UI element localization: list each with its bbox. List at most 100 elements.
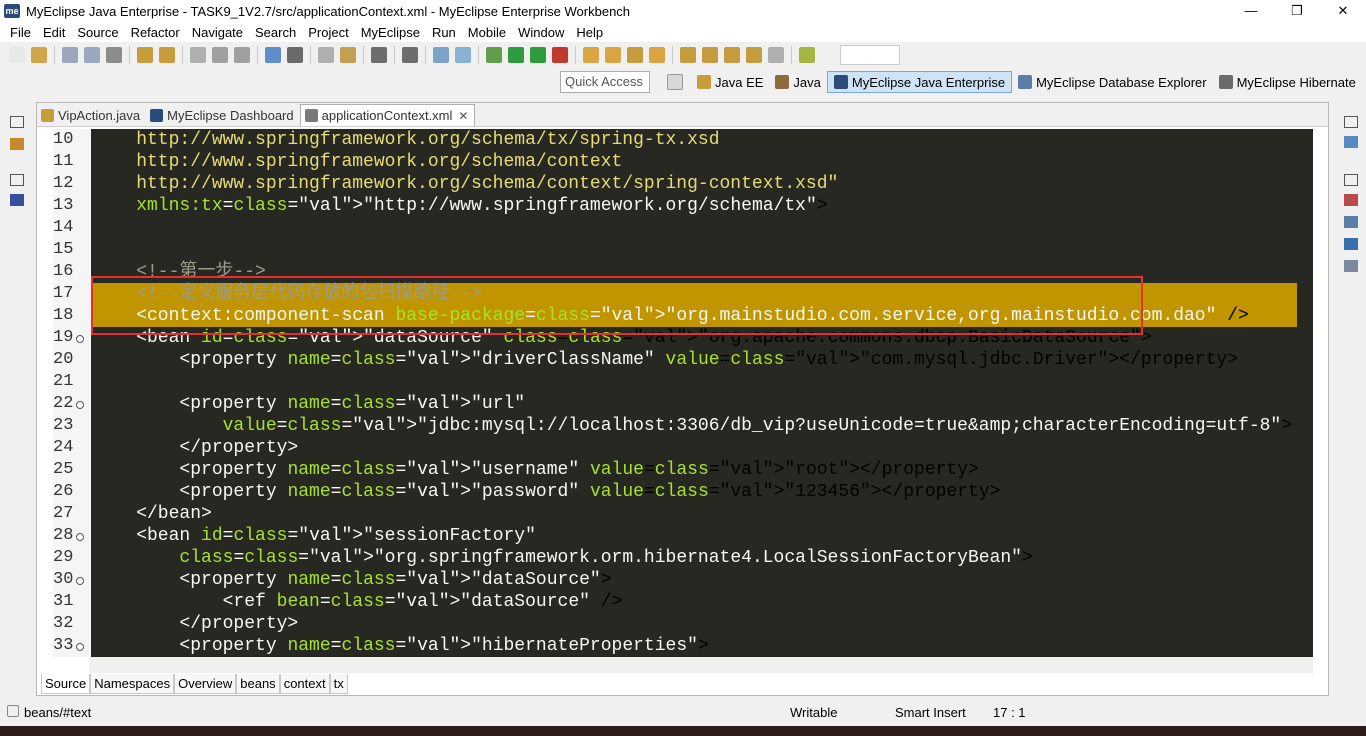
save-icon[interactable] bbox=[62, 47, 78, 63]
perspective-java-ee[interactable]: Java EE bbox=[691, 71, 769, 93]
outline-icon[interactable] bbox=[1344, 136, 1358, 148]
next-annotation-icon[interactable] bbox=[680, 47, 696, 63]
perspective-java[interactable]: Java bbox=[769, 71, 826, 93]
code-editor[interactable]: 10 http://www.springframework.org/schema… bbox=[53, 129, 1313, 657]
menu-mobile[interactable]: Mobile bbox=[462, 25, 512, 40]
browser-icon[interactable] bbox=[433, 47, 449, 63]
tasks-icon[interactable] bbox=[1344, 216, 1358, 228]
perspective-myeclipse-hibernate[interactable]: MyEclipse Hibernate bbox=[1213, 71, 1362, 93]
code-line[interactable]: 29 class=class="val">"org.springframewor… bbox=[53, 547, 1297, 569]
code-line[interactable]: 16 <!--第一步--> bbox=[53, 261, 1297, 283]
code-line[interactable]: 18 <context:component-scan base-package=… bbox=[53, 305, 1297, 327]
code-line[interactable]: 27 </bean> bbox=[53, 503, 1297, 525]
menu-window[interactable]: Window bbox=[512, 25, 570, 40]
package-icon[interactable] bbox=[627, 47, 643, 63]
code-line[interactable]: 31 <ref bean=class="val">"dataSource" /> bbox=[53, 591, 1297, 613]
redo-icon[interactable] bbox=[234, 47, 250, 63]
menu-source[interactable]: Source bbox=[71, 25, 124, 40]
fold-toggle-icon[interactable] bbox=[76, 533, 84, 541]
menu-project[interactable]: Project bbox=[302, 25, 354, 40]
restore-view-icon[interactable] bbox=[1344, 174, 1358, 186]
menu-navigate[interactable]: Navigate bbox=[186, 25, 249, 40]
menu-run[interactable]: Run bbox=[426, 25, 462, 40]
code-line[interactable]: 28 <bean id=class="val">"sessionFactory" bbox=[53, 525, 1297, 547]
prev-annotation-icon[interactable] bbox=[702, 47, 718, 63]
close-tab-icon[interactable]: ✕ bbox=[458, 109, 468, 123]
code-line[interactable]: 12 http://www.springframework.org/schema… bbox=[53, 173, 1297, 195]
fold-toggle-icon[interactable] bbox=[76, 643, 84, 651]
toggle-mark-icon[interactable] bbox=[190, 47, 206, 63]
grid-icon[interactable] bbox=[402, 47, 418, 63]
back-icon[interactable] bbox=[746, 47, 762, 63]
code-line[interactable]: 23 value=class="val">"jdbc:mysql://local… bbox=[53, 415, 1297, 437]
pen-icon[interactable] bbox=[318, 47, 334, 63]
menu-help[interactable]: Help bbox=[570, 25, 609, 40]
tab-myeclipse-dashboard[interactable]: MyEclipse Dashboard bbox=[146, 104, 299, 126]
run-icon[interactable] bbox=[508, 47, 524, 63]
servers-icon[interactable] bbox=[1344, 194, 1358, 206]
page-tab-overview[interactable]: Overview bbox=[174, 674, 237, 694]
minimize-button[interactable]: — bbox=[1228, 0, 1274, 22]
open-resource-icon[interactable] bbox=[159, 47, 175, 63]
code-line[interactable]: 22 <property name=class="val">"url" bbox=[53, 393, 1297, 415]
code-line[interactable]: 19 <bean id=class="val">"dataSource" cla… bbox=[53, 327, 1297, 349]
code-line[interactable]: 20 <property name=class="val">"driverCla… bbox=[53, 349, 1297, 371]
fold-toggle-icon[interactable] bbox=[76, 335, 84, 343]
code-line[interactable]: 32 </property> bbox=[53, 613, 1297, 635]
horizontal-scrollbar[interactable] bbox=[89, 657, 1313, 673]
forward-icon[interactable] bbox=[768, 47, 784, 63]
server-icon[interactable] bbox=[287, 47, 303, 63]
restore-view-icon[interactable] bbox=[10, 174, 24, 186]
undo-icon[interactable] bbox=[212, 47, 228, 63]
code-line[interactable]: 26 <property name=class="val">"password"… bbox=[53, 481, 1297, 503]
restore-button[interactable]: ❐ bbox=[1274, 0, 1320, 22]
perspective-myeclipse-database-explorer[interactable]: MyEclipse Database Explorer bbox=[1012, 71, 1213, 93]
menu-file[interactable]: File bbox=[4, 25, 37, 40]
task-icon[interactable] bbox=[649, 47, 665, 63]
code-line[interactable]: 21 bbox=[53, 371, 1297, 393]
debug-icon[interactable] bbox=[1344, 260, 1358, 272]
image-viewer-icon[interactable] bbox=[10, 194, 24, 206]
code-line[interactable]: 30 <property name=class="val">"dataSourc… bbox=[53, 569, 1297, 591]
page-tab-source[interactable]: Source bbox=[41, 674, 91, 694]
code-line[interactable]: 15 bbox=[53, 239, 1297, 261]
page-tab-namespaces[interactable]: Namespaces bbox=[90, 674, 175, 694]
code-line[interactable]: 10 http://www.springframework.org/schema… bbox=[53, 129, 1297, 151]
page-tab-beans[interactable]: beans bbox=[236, 674, 280, 694]
debug-icon[interactable] bbox=[486, 47, 502, 63]
open-type-icon[interactable] bbox=[137, 47, 153, 63]
pin-icon[interactable] bbox=[799, 47, 815, 63]
last-edit-icon[interactable] bbox=[724, 47, 740, 63]
code-line[interactable]: 13 xmlns:tx=class="val">"http://www.spri… bbox=[53, 195, 1297, 217]
layout-icon[interactable] bbox=[371, 47, 387, 63]
menu-search[interactable]: Search bbox=[249, 25, 302, 40]
page-tab-tx[interactable]: tx bbox=[329, 674, 348, 694]
console-icon[interactable] bbox=[1344, 238, 1358, 250]
code-line[interactable]: 17 <!--定义服务层代码存放的包扫描路径--> bbox=[53, 283, 1297, 305]
menu-myeclipse[interactable]: MyEclipse bbox=[355, 25, 426, 40]
code-line[interactable]: 33 <property name=class="val">"hibernate… bbox=[53, 635, 1297, 657]
quick-access-input[interactable]: Quick Access bbox=[560, 71, 650, 93]
close-button[interactable]: ✕ bbox=[1320, 0, 1366, 22]
annotation-icon[interactable] bbox=[340, 47, 356, 63]
ext-tools-icon[interactable] bbox=[552, 47, 568, 63]
fold-toggle-icon[interactable] bbox=[76, 577, 84, 585]
tab-vipaction-java[interactable]: VipAction.java bbox=[37, 104, 146, 126]
perspective-myeclipse-java-enterprise[interactable]: MyEclipse Java Enterprise bbox=[826, 71, 1013, 93]
package-explorer-icon[interactable] bbox=[10, 138, 24, 150]
restore-view-icon[interactable] bbox=[10, 116, 24, 128]
open-perspective-icon[interactable] bbox=[667, 74, 683, 90]
page-tab-context[interactable]: context bbox=[279, 674, 330, 694]
code-line[interactable]: 24 </property> bbox=[53, 437, 1297, 459]
new-folder-icon[interactable] bbox=[583, 47, 599, 63]
fold-toggle-icon[interactable] bbox=[76, 401, 84, 409]
tab-applicationcontext-xml[interactable]: applicationContext.xml ✕ bbox=[299, 104, 476, 126]
print-icon[interactable] bbox=[106, 47, 122, 63]
code-line[interactable]: 25 <property name=class="val">"username"… bbox=[53, 459, 1297, 481]
menu-edit[interactable]: Edit bbox=[37, 25, 71, 40]
code-line[interactable]: 14 bbox=[53, 217, 1297, 239]
code-line[interactable]: 11 http://www.springframework.org/schema… bbox=[53, 151, 1297, 173]
menu-refactor[interactable]: Refactor bbox=[125, 25, 186, 40]
coverage-icon[interactable] bbox=[530, 47, 546, 63]
new-icon[interactable] bbox=[9, 47, 25, 63]
